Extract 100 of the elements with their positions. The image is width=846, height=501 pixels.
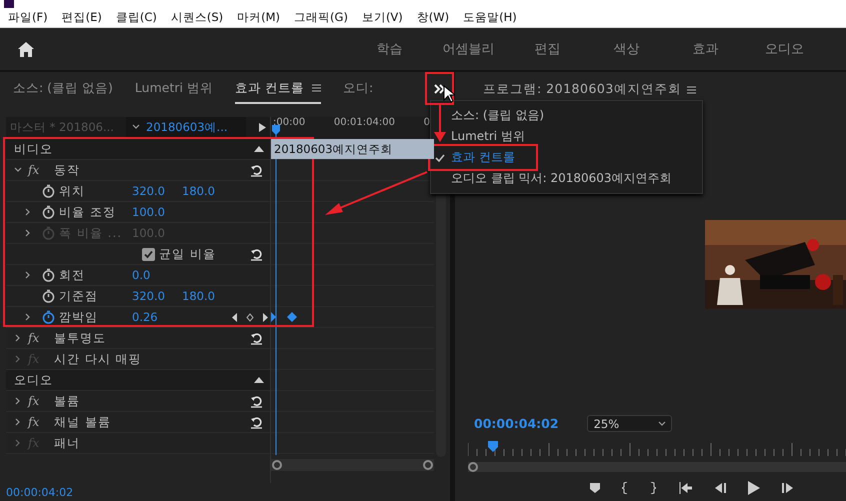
chevron-right-icon[interactable]: [24, 208, 32, 216]
chevron-down-icon[interactable]: [658, 420, 666, 428]
mark-out-icon[interactable]: [650, 482, 656, 494]
property-name: 기준점: [59, 288, 98, 304]
stopwatch-icon[interactable]: [42, 310, 55, 324]
chevron-right-icon[interactable]: [14, 397, 22, 405]
collapse-triangle-icon[interactable]: [254, 377, 264, 383]
property-value[interactable]: 100.0: [132, 205, 165, 219]
property-name: 폭 비율 ...: [59, 224, 122, 242]
marker-icon[interactable]: [590, 483, 600, 493]
property-value[interactable]: 320.0: [132, 289, 165, 303]
double-chevron-icon: [434, 84, 446, 94]
property-value[interactable]: 0.0: [132, 268, 150, 282]
property-value[interactable]: 180.0: [182, 184, 215, 198]
fx-label: fx: [28, 331, 40, 345]
play-icon[interactable]: [259, 122, 266, 132]
menu-item[interactable]: 창(W): [416, 10, 450, 25]
menu-item[interactable]: 시퀀스(S): [170, 10, 224, 25]
ruler-label: :00:00: [273, 117, 306, 128]
chevron-right-icon[interactable]: [14, 418, 22, 426]
step-back-icon[interactable]: [714, 482, 726, 494]
highlight-frame: [425, 72, 454, 105]
effect-name[interactable]: 패너: [54, 434, 80, 452]
panel-tab[interactable]: 소스: (클립 없음): [13, 75, 113, 104]
menu-icon[interactable]: [312, 84, 321, 92]
menu-icon[interactable]: [687, 86, 696, 94]
chevron-down-icon[interactable]: [14, 166, 22, 174]
section-label: 오디오: [14, 372, 54, 388]
home-icon[interactable]: [18, 42, 34, 56]
reset-icon[interactable]: [250, 164, 263, 176]
panel-tab[interactable]: Lumetri 범위: [134, 75, 213, 104]
keyframe-navigator-icon[interactable]: [232, 312, 268, 322]
effect-name[interactable]: 동작: [54, 162, 80, 178]
menu-item[interactable]: 그래픽(G): [294, 10, 348, 25]
zoom-dropdown[interactable]: 25%: [586, 415, 672, 432]
stopwatch-icon[interactable]: [42, 205, 55, 219]
property-name: 깜박임: [59, 308, 98, 326]
effect-name[interactable]: 불투명도: [54, 330, 106, 346]
menu-item[interactable]: 도움말(H): [463, 10, 517, 25]
reset-icon[interactable]: [250, 332, 263, 344]
effect-name[interactable]: 채널 볼륨: [54, 414, 111, 430]
section-label: 비디오: [14, 140, 54, 158]
property-value[interactable]: 320.0: [132, 184, 165, 198]
mark-in-icon[interactable]: [622, 482, 628, 494]
workspace-tab[interactable]: 효과: [666, 40, 745, 58]
workspace-tab[interactable]: 어셈블리: [429, 40, 508, 58]
chevron-right-icon[interactable]: [24, 271, 32, 279]
timecode: 00:00:04:02: [6, 486, 74, 498]
property-value[interactable]: 0.26: [132, 310, 158, 324]
collapse-triangle-icon[interactable]: [254, 146, 264, 152]
reset-icon[interactable]: [250, 248, 263, 260]
check-icon: [435, 154, 445, 162]
menu-entry[interactable]: 소스: (클립 없음): [431, 105, 548, 126]
stopwatch-icon[interactable]: [42, 289, 55, 303]
menu-item[interactable]: 클립(C): [116, 10, 157, 25]
menu-item[interactable]: 편집(E): [62, 10, 102, 25]
workspace-tab[interactable]: 오디오: [745, 40, 824, 58]
menu-item[interactable]: 파일(F): [8, 10, 48, 25]
menu-entry[interactable]: 오디오 클립 믹서: 20180603예지연주회: [431, 168, 676, 189]
effect-name[interactable]: 볼륨: [54, 392, 80, 410]
workspace-tab[interactable]: 학습: [350, 40, 429, 58]
chevron-right-icon[interactable]: [14, 334, 22, 342]
reset-icon[interactable]: [250, 416, 263, 428]
chevron-down-icon[interactable]: [132, 123, 140, 131]
fx-label: fx: [28, 163, 40, 177]
menu-item[interactable]: 보기(V): [362, 10, 403, 25]
property-value[interactable]: 180.0: [182, 289, 215, 303]
ruler-label: 00:01:04:00: [334, 117, 395, 128]
scroll-handle[interactable]: [423, 460, 434, 470]
zoom-scrollbar[interactable]: [468, 462, 846, 472]
timecode[interactable]: 00:00:04:02: [474, 416, 559, 431]
panel-tab[interactable]: 효과 컨트롤: [234, 75, 321, 104]
checkbox[interactable]: [142, 248, 155, 260]
play-icon[interactable]: [748, 481, 760, 495]
fx-label: fx: [28, 415, 40, 429]
chevron-right-icon[interactable]: [14, 355, 22, 363]
reset-icon[interactable]: [250, 394, 263, 408]
stopwatch-icon[interactable]: [42, 268, 55, 282]
annotation-arrow: [434, 105, 446, 143]
clip-bar[interactable]: 20180603예지연주회: [271, 139, 434, 159]
step-forward-icon[interactable]: [782, 482, 794, 494]
scroll-handle[interactable]: [468, 462, 478, 472]
panel-tab[interactable]: 오디:: [342, 75, 374, 104]
panel-title[interactable]: 프로그램: 20180603예지연주회: [483, 81, 682, 98]
checkbox-label: 균일 비율: [159, 246, 216, 262]
workspace-tab[interactable]: 편집: [508, 40, 587, 58]
workspace-tab[interactable]: 색상: [587, 40, 666, 58]
menu-item[interactable]: 마커(M): [237, 10, 280, 25]
sequence-dropdown[interactable]: 20180603예...: [126, 117, 246, 137]
scroll-handle[interactable]: [272, 460, 282, 470]
chevron-right-icon[interactable]: [14, 439, 22, 447]
ruler-label: 0: [424, 117, 430, 128]
master-clip-label: 마스터 * 201806...: [9, 120, 115, 134]
stopwatch-icon[interactable]: [42, 184, 55, 198]
go-to-in-icon[interactable]: [678, 482, 692, 494]
effect-name[interactable]: 시간 다시 매핑: [54, 350, 142, 368]
property-name: 비율 조정: [59, 204, 116, 220]
horizontal-scrollbar[interactable]: [271, 459, 434, 471]
fx-label: fx: [28, 394, 40, 408]
chevron-right-icon[interactable]: [24, 313, 32, 321]
